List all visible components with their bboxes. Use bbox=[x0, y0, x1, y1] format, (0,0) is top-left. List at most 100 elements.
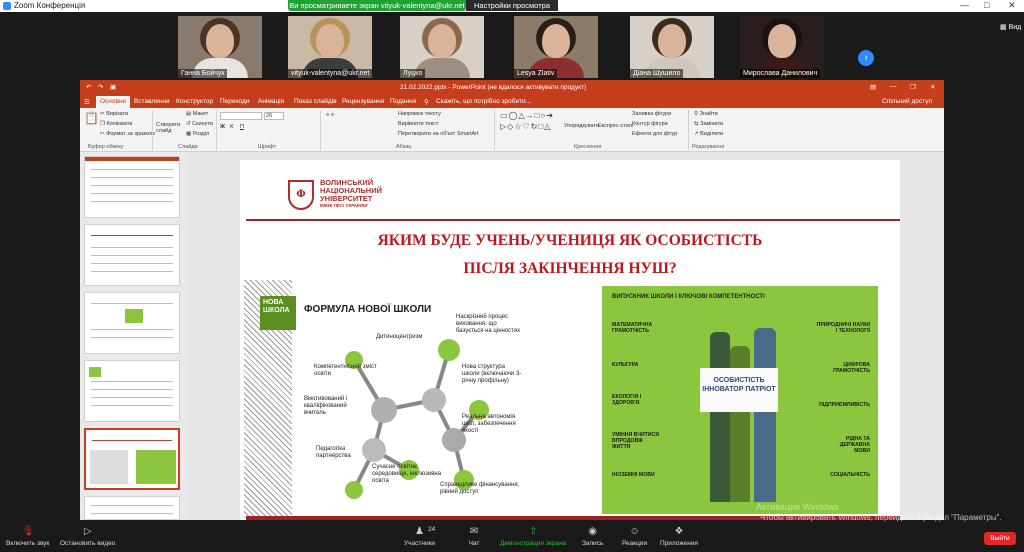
competencies-title: ВИПУСКНИК ШКОЛИ І КЛЮЧОВІ КОМПЕТЕНТНОСТІ bbox=[612, 294, 765, 300]
slide-thumbnail[interactable] bbox=[84, 156, 180, 218]
slide-thumbnail-selected[interactable] bbox=[84, 428, 180, 490]
formula-item: Наскрізний процес виховання, що базуєтьс… bbox=[456, 314, 521, 334]
select-button[interactable]: ↗ Виділити bbox=[694, 131, 723, 137]
participant-video[interactable]: vityuk-valentyna@ukr.net bbox=[288, 16, 372, 78]
slide-thumbnail[interactable] bbox=[84, 292, 180, 354]
format-painter-button[interactable]: ✏ Формат за зразком bbox=[100, 131, 155, 137]
slide-thumbnail[interactable] bbox=[84, 224, 180, 286]
record-button[interactable]: ◉ Запись bbox=[582, 526, 603, 547]
participant-name: Ганна Бойчук bbox=[178, 69, 228, 78]
participants-icon: ♟ bbox=[415, 526, 425, 537]
tab-view[interactable]: Подання bbox=[390, 98, 416, 105]
replace-button[interactable]: ⇆ Замінити bbox=[694, 121, 723, 127]
share-button[interactable]: Спільний доступ bbox=[882, 98, 932, 105]
close-icon[interactable]: ✕ bbox=[1008, 0, 1016, 11]
new-slide-button[interactable]: Створити слайд bbox=[156, 122, 182, 134]
share-screen-button[interactable]: ⇧ Демонстрация экрана bbox=[500, 526, 566, 547]
underline-button[interactable]: П bbox=[240, 124, 244, 130]
participants-button[interactable]: ♟ 24 Участники bbox=[404, 526, 435, 547]
undo-icon[interactable]: ↶ bbox=[86, 83, 91, 91]
find-button[interactable]: ⚲ Знайти bbox=[694, 111, 718, 117]
minimize-icon[interactable]: — bbox=[960, 0, 969, 10]
maximize-icon[interactable]: □ bbox=[984, 0, 989, 10]
reset-button[interactable]: ↺ Скинути bbox=[186, 121, 213, 127]
italic-button[interactable]: К bbox=[230, 124, 233, 130]
paste-icon[interactable]: 📋 bbox=[84, 111, 99, 125]
align-text-button[interactable]: Вирівняти текст bbox=[398, 121, 438, 127]
participant-video[interactable]: Мирослава Данилович bbox=[740, 16, 824, 78]
text-direction-button[interactable]: Напрямок тексту bbox=[398, 111, 441, 117]
minimize-icon[interactable]: — bbox=[890, 83, 897, 90]
tab-transitions[interactable]: Переходи bbox=[220, 98, 249, 105]
participant-video[interactable]: Луцко bbox=[400, 16, 484, 78]
person-figure bbox=[710, 332, 730, 502]
participant-video[interactable]: Lesya Zlativ bbox=[514, 16, 598, 78]
participant-video[interactable]: Ганна Бойчук bbox=[178, 16, 262, 78]
file-tab[interactable]: ☰ bbox=[84, 98, 90, 106]
font-name-input[interactable] bbox=[220, 112, 262, 120]
bold-button[interactable]: Ж bbox=[220, 124, 225, 130]
reactions-button[interactable]: ☺ Реакции bbox=[622, 526, 647, 547]
chevron-right-icon[interactable]: › bbox=[858, 50, 874, 66]
layout-button[interactable]: ▤ Макет bbox=[186, 111, 208, 117]
shapes-gallery-row2[interactable]: ▷◇☆♡↻□△ bbox=[500, 122, 551, 131]
view-button[interactable]: ▦ Вид bbox=[1000, 23, 1021, 31]
cut-button[interactable]: ✂ Вирізати bbox=[100, 111, 128, 117]
copy-button[interactable]: ❐ Копіювати bbox=[100, 121, 132, 127]
editing-group-label: Редагування bbox=[692, 144, 725, 150]
drawing-group-label: Креслення bbox=[574, 144, 602, 150]
participants-count: 24 bbox=[428, 526, 436, 533]
slide-thumbnail[interactable] bbox=[84, 360, 180, 422]
activate-windows-text: Чтобы активировать Windows, перейдите в … bbox=[760, 513, 1002, 522]
apps-icon: ❖ bbox=[674, 526, 684, 537]
tab-insert[interactable]: Вставлення bbox=[134, 98, 170, 105]
person-figure bbox=[754, 328, 776, 502]
competency-item: КУЛЬТУРА bbox=[612, 362, 639, 368]
section-button[interactable]: ▦ Розділ bbox=[186, 131, 209, 137]
formula-infographic: НОВА ШКОЛА ФОРМУЛА НОВОЇ ШКОЛИ Дитиноцен… bbox=[244, 280, 534, 518]
tab-animations[interactable]: Анімація bbox=[258, 98, 284, 105]
quick-styles-button[interactable]: Експрес-стилі bbox=[598, 123, 633, 129]
formula-item: Дитиноцентризм bbox=[376, 334, 423, 340]
tab-review[interactable]: Рецензування bbox=[342, 98, 384, 105]
zoom-toolbar: 🎙 Включить звук ▷ Остановить видео ♟ 24 … bbox=[0, 522, 1024, 552]
restore-icon[interactable]: ❐ bbox=[910, 83, 916, 91]
shape-fill-button[interactable]: Заливка фігури bbox=[632, 111, 671, 117]
university-name: ВОЛИНСЬКИЙ НАЦІОНАЛЬНИЙ УНІВЕРСИТЕТ bbox=[320, 178, 383, 203]
bullets-icon[interactable]: ≡ ≡ bbox=[326, 112, 334, 118]
arrange-button[interactable]: Упорядкувати bbox=[564, 123, 599, 129]
ribbon-options-icon[interactable]: ▤ bbox=[870, 83, 876, 91]
view-settings-button[interactable]: Настройки просмотра bbox=[466, 0, 558, 11]
document-title: 21.02.2022.pptx - PowerPoint (не вдалося… bbox=[400, 84, 587, 91]
close-icon[interactable]: ✕ bbox=[930, 83, 935, 91]
competency-item: ЦИФРОВА ГРАМОТНІСТЬ bbox=[833, 362, 870, 374]
shape-outline-button[interactable]: Контур фігури bbox=[632, 121, 668, 127]
shape-effects-button[interactable]: Ефекти для фігур bbox=[632, 131, 677, 137]
competency-item: РІДНА ТА ДЕРЖАВНА МОВИ bbox=[839, 436, 870, 454]
nush-logo: НОВА ШКОЛА bbox=[260, 296, 296, 330]
search-icon[interactable]: ⚲ bbox=[424, 98, 429, 106]
apps-button[interactable]: ❖ Приложения bbox=[660, 526, 698, 547]
current-slide[interactable]: Ф ВОЛИНСЬКИЙ НАЦІОНАЛЬНИЙ УНІВЕРСИТЕТ ІМ… bbox=[240, 160, 900, 520]
chat-button[interactable]: ✉ Чат bbox=[468, 526, 480, 547]
participant-video[interactable]: Діана Шушило bbox=[630, 16, 714, 78]
competency-item: ПРИРОДНИЧІ НАУКИ І ТЕХНОЛОГІЇ bbox=[816, 322, 870, 334]
redo-icon[interactable]: ↷ bbox=[98, 83, 103, 91]
ribbon-tabs: ☰ Основне Вставлення Конструктор Переход… bbox=[80, 96, 944, 108]
smartart-button[interactable]: Перетворити на об'єкт SmartArt bbox=[398, 131, 479, 137]
shapes-gallery[interactable]: ▭◯△→□○➔ bbox=[500, 111, 554, 120]
slide-thumbnail[interactable] bbox=[84, 496, 180, 520]
ribbon-home: 📋 ✂ Вирізати ❐ Копіювати ✏ Формат за зра… bbox=[80, 108, 944, 152]
formula-title: ФОРМУЛА НОВОЇ ШКОЛИ bbox=[304, 304, 432, 315]
font-size-input[interactable]: 20 bbox=[264, 112, 284, 120]
tab-slideshow[interactable]: Показ слайдів bbox=[294, 98, 337, 105]
tell-me-input[interactable]: Скажіть, що потрібно зробити... bbox=[436, 98, 531, 105]
tab-design[interactable]: Конструктор bbox=[176, 98, 213, 105]
save-icon[interactable]: ▣ bbox=[110, 83, 116, 91]
tab-home[interactable]: Основне bbox=[96, 96, 131, 108]
competency-item: ЕКОЛОГІЯ І ЗДОРОВ'Я bbox=[612, 394, 642, 406]
clipboard-group-label: Буфер обміну bbox=[88, 144, 124, 150]
leave-button[interactable]: Выйти bbox=[984, 532, 1016, 545]
unmute-button[interactable]: 🎙 Включить звук bbox=[6, 526, 49, 547]
stop-video-button[interactable]: ▷ Остановить видео bbox=[60, 526, 115, 547]
